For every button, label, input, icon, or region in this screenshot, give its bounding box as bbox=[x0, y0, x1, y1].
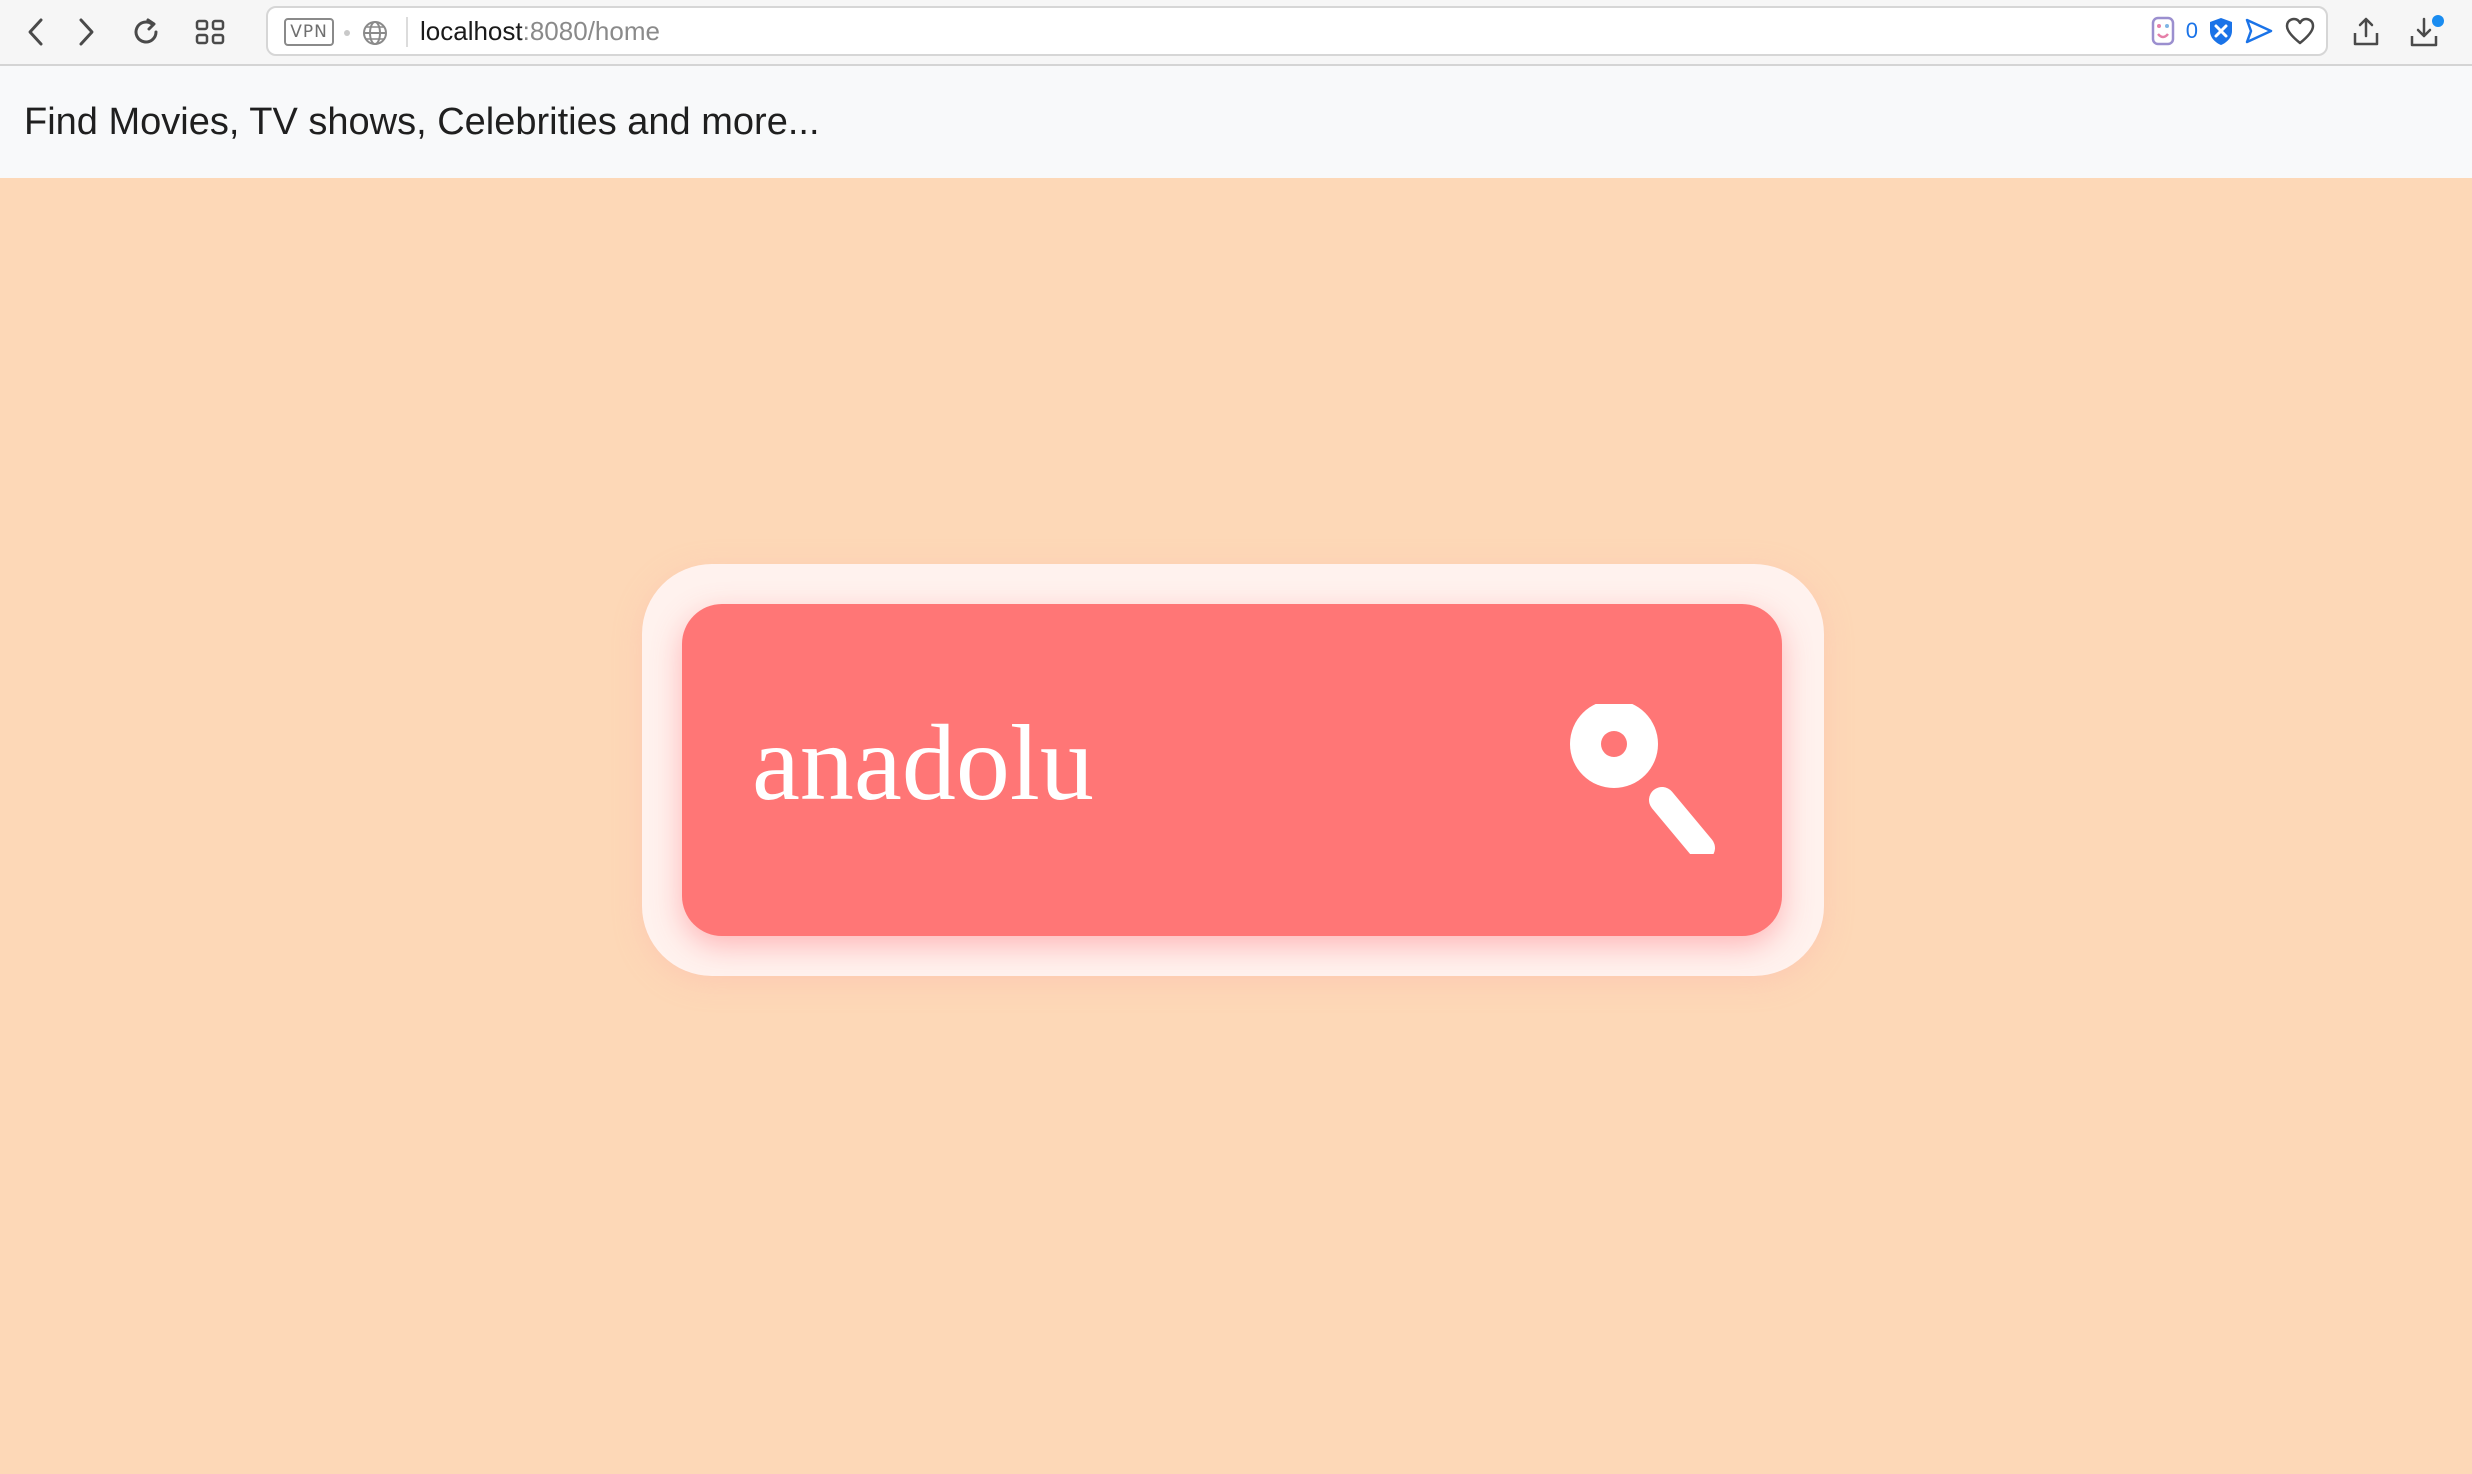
search-box bbox=[682, 604, 1782, 936]
address-bar[interactable]: VPN localhost:8080/home 0 bbox=[266, 6, 2328, 56]
url-separator bbox=[406, 17, 408, 47]
search-button[interactable] bbox=[1542, 704, 1742, 854]
download-icon bbox=[2410, 15, 2444, 47]
back-button[interactable] bbox=[14, 12, 58, 52]
reload-button[interactable] bbox=[124, 12, 168, 52]
main-content bbox=[0, 178, 2472, 1474]
share-icon bbox=[2353, 17, 2379, 46]
reload-icon bbox=[134, 18, 158, 44]
vpn-badge[interactable]: VPN bbox=[284, 18, 334, 46]
app-navbar: Find Movies, TV shows, Celebrities and m… bbox=[0, 66, 2472, 178]
url-path: :8080/home bbox=[522, 15, 660, 46]
forward-button[interactable] bbox=[64, 12, 108, 52]
search-icon bbox=[1570, 704, 1715, 854]
tabs-grid-icon bbox=[195, 19, 225, 45]
browser-toolbar: VPN localhost:8080/home 0 bbox=[0, 0, 2472, 66]
url-host: localhost bbox=[420, 15, 523, 46]
vpn-status-dot bbox=[344, 30, 350, 36]
send-icon[interactable] bbox=[2244, 17, 2274, 45]
search-input[interactable] bbox=[752, 694, 1512, 834]
navbar-brand[interactable]: Find Movies, TV shows, Celebrities and m… bbox=[24, 101, 820, 144]
back-icon bbox=[28, 18, 43, 46]
downloads-button[interactable] bbox=[2404, 12, 2448, 52]
globe-icon bbox=[363, 21, 387, 45]
share-button[interactable] bbox=[2344, 12, 2388, 52]
address-bar-actions: 0 bbox=[2150, 8, 2316, 54]
forward-icon bbox=[79, 18, 94, 46]
heart-icon[interactable] bbox=[2284, 16, 2316, 46]
tabs-overview-button[interactable] bbox=[188, 12, 232, 52]
extension-icon[interactable] bbox=[2150, 15, 2176, 47]
search-frame bbox=[642, 564, 1824, 976]
shield-icon[interactable] bbox=[2208, 16, 2234, 46]
blocked-counter: 0 bbox=[2185, 18, 2198, 43]
url-text[interactable]: localhost:8080/home bbox=[420, 8, 660, 54]
